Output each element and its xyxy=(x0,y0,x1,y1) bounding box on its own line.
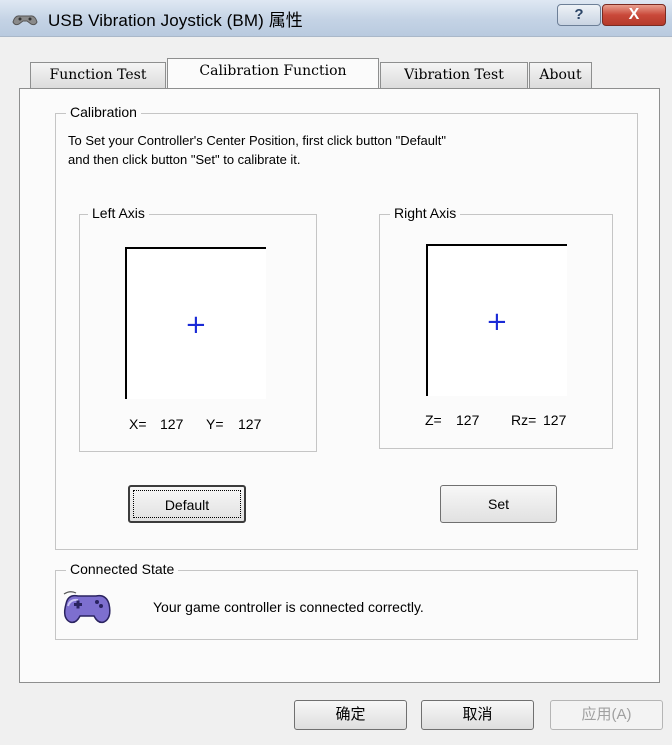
right-axis-crosshair: + xyxy=(486,307,508,337)
properties-window: USB Vibration Joystick (BM) 属性 ? X Funct… xyxy=(0,0,672,745)
connected-message: Your game controller is connected correc… xyxy=(153,599,424,615)
window-title: USB Vibration Joystick (BM) 属性 xyxy=(48,11,303,30)
calibration-instructions-line2: and then click button "Set" to calibrate… xyxy=(68,152,301,167)
tab-vibration-test[interactable]: Vibration Test xyxy=(380,62,528,88)
left-axis-display: + xyxy=(125,247,266,399)
tab-calibration-function[interactable]: Calibration Function xyxy=(167,58,379,88)
cancel-button[interactable]: 取消 xyxy=(421,700,534,730)
default-button-label: Default xyxy=(133,490,241,518)
apply-button[interactable]: 应用(A) xyxy=(550,700,663,730)
calibration-instructions-line1: To Set your Controller's Center Position… xyxy=(68,133,447,148)
calibration-legend: Calibration xyxy=(66,104,141,120)
y-value: 127 xyxy=(238,416,262,432)
close-button[interactable]: X xyxy=(602,4,666,26)
rz-label: Rz= xyxy=(511,412,537,428)
ok-button[interactable]: 确定 xyxy=(294,700,407,730)
help-icon: ? xyxy=(574,6,584,23)
x-value: 127 xyxy=(160,416,184,432)
left-axis-legend: Left Axis xyxy=(88,205,149,221)
y-label: Y= xyxy=(206,416,224,432)
z-label: Z= xyxy=(425,412,442,428)
left-axis-crosshair: + xyxy=(185,310,207,340)
x-label: X= xyxy=(129,416,147,432)
tab-about[interactable]: About xyxy=(529,62,592,88)
close-icon: X xyxy=(628,6,640,23)
joystick-app-icon xyxy=(12,15,38,26)
right-axis-legend: Right Axis xyxy=(390,205,461,221)
z-value: 127 xyxy=(456,412,480,428)
tab-function-test[interactable]: Function Test xyxy=(30,62,166,88)
help-button[interactable]: ? xyxy=(557,4,601,26)
title-bar[interactable]: USB Vibration Joystick (BM) 属性 ? X xyxy=(0,0,672,37)
right-axis-display: + xyxy=(426,244,567,396)
gamepad-icon xyxy=(63,591,111,624)
default-button[interactable]: Default xyxy=(128,485,246,523)
connected-state-legend: Connected State xyxy=(66,561,179,577)
rz-value: 127 xyxy=(543,412,567,428)
set-button[interactable]: Set xyxy=(440,485,557,523)
